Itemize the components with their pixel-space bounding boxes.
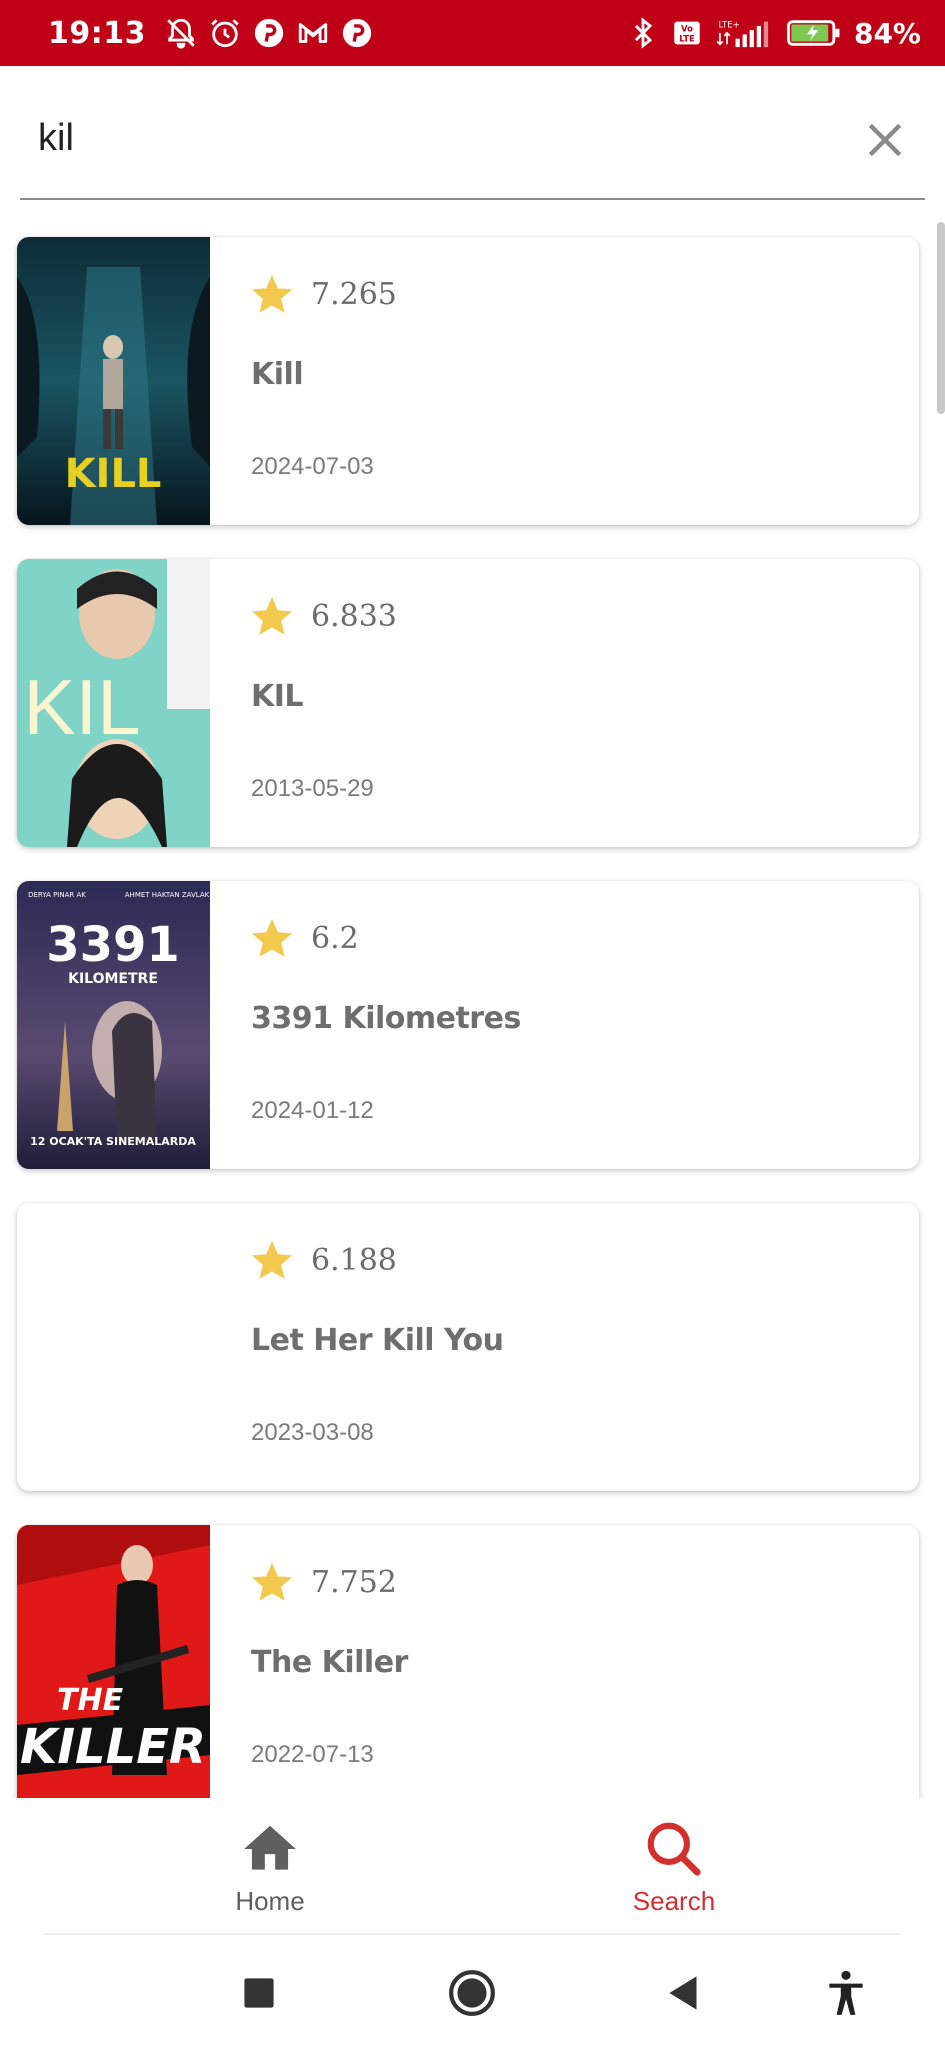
movie-card[interactable]: 6.188 Let Her Kill You 2023-03-08: [17, 1203, 919, 1491]
accessibility-icon: [829, 1970, 863, 2015]
home-icon: [244, 1825, 296, 1870]
poster-text: DERYA PINAR AK: [28, 891, 86, 899]
svg-text:LTE+: LTE+: [718, 20, 739, 30]
release-date: 2022-07-13: [251, 1741, 374, 1768]
system-home-button[interactable]: [444, 1965, 500, 2021]
poster-text: KILOMETRE: [68, 971, 158, 987]
bottom-navigation: Home Search: [0, 1798, 945, 1933]
movie-title: Let Her Kill You: [251, 1323, 504, 1358]
release-date: 2024-07-03: [251, 453, 374, 480]
battery-charging-icon: [784, 16, 844, 50]
recents-icon: [244, 1978, 274, 2008]
rating-row: 6.2: [249, 915, 359, 961]
movie-card[interactable]: KIL 6.833 KIL 2013-05-29: [17, 559, 919, 847]
alarm-icon: [208, 16, 242, 50]
star-icon: [251, 918, 293, 957]
star-icon: [251, 274, 293, 313]
poster-placeholder: [17, 1203, 210, 1491]
rating-value: 6.833: [311, 598, 397, 634]
rating-value: 7.265: [311, 276, 397, 312]
movie-card[interactable]: DERYA PINAR AK AHMET HAKTAN ZAVLAK 3391 …: [17, 881, 919, 1169]
release-date: 2024-01-12: [251, 1097, 374, 1124]
rating-row: 7.752: [249, 1559, 397, 1605]
volte-icon: Vo LTE: [670, 16, 704, 50]
system-navigation-bar: [0, 1935, 945, 2048]
poster-text: KILL: [65, 451, 162, 497]
rating-row: 7.265: [249, 271, 397, 317]
poster-image: KILL: [17, 237, 210, 525]
movie-title: 3391 Kilometres: [251, 1001, 521, 1036]
svg-text:LTE: LTE: [679, 35, 695, 45]
pinterest-icon: [340, 16, 374, 50]
poster-text: THE: [57, 1683, 124, 1718]
search-bar: [20, 66, 925, 200]
bluetooth-icon: [626, 16, 660, 50]
status-time: 19:13: [48, 15, 146, 51]
movie-title: The Killer: [251, 1645, 408, 1680]
movie-card[interactable]: KILL 7.265 Kill 2024-07-03: [17, 237, 919, 525]
home-circle-icon: [449, 1970, 495, 2016]
search-icon: [647, 1822, 701, 1876]
nav-search[interactable]: Search: [574, 1818, 774, 1928]
pinterest-icon: [252, 16, 286, 50]
poster-image: THE KILLER: [17, 1525, 210, 1798]
rating-value: 7.752: [311, 1564, 397, 1600]
poster-text: 3391: [46, 917, 180, 973]
gmail-icon: [296, 16, 330, 50]
star-icon: [251, 596, 293, 635]
poster-text: KIL: [23, 663, 140, 751]
rating-row: 6.833: [249, 593, 397, 639]
poster-text: KILLER: [20, 1719, 206, 1775]
scrollbar-thumb[interactable]: [937, 222, 945, 414]
star-icon: [251, 1240, 293, 1279]
svg-text:Vo: Vo: [681, 25, 693, 35]
movie-card[interactable]: THE KILLER 7.752 The Killer 2022-07-13: [17, 1525, 919, 1798]
close-icon[interactable]: [863, 118, 907, 162]
nav-home-label: Home: [235, 1886, 305, 1916]
nav-home[interactable]: Home: [170, 1818, 370, 1928]
poster-text: AHMET HAKTAN ZAVLAK: [125, 891, 210, 899]
notifications-off-icon: [164, 16, 198, 50]
back-icon: [669, 1976, 697, 2010]
status-right: Vo LTE LTE+ 84%: [626, 16, 921, 50]
nav-search-label: Search: [632, 1886, 716, 1916]
rating-row: 6.188: [249, 1237, 397, 1283]
status-left: 19:13: [48, 16, 374, 51]
back-button[interactable]: [656, 1965, 712, 2021]
poster-image: DERYA PINAR AK AHMET HAKTAN ZAVLAK 3391 …: [17, 881, 210, 1169]
release-date: 2023-03-08: [251, 1419, 374, 1446]
poster-image: KIL: [17, 559, 210, 847]
recents-button[interactable]: [231, 1965, 287, 2021]
status-bar: 19:13 Vo LTE LTE+ 84%: [0, 0, 945, 66]
rating-value: 6.188: [311, 1242, 397, 1278]
battery-percentage: 84%: [853, 16, 921, 50]
signal-icon: LTE+: [714, 16, 774, 50]
star-icon: [251, 1562, 293, 1601]
accessibility-button[interactable]: [818, 1965, 874, 2021]
release-date: 2013-05-29: [251, 775, 374, 802]
results-list[interactable]: KILL 7.265 Kill 2024-07-03 KIL 6.833 KIL…: [0, 200, 945, 1798]
search-input[interactable]: [38, 110, 818, 166]
movie-title: Kill: [251, 357, 304, 392]
rating-value: 6.2: [311, 920, 359, 956]
poster-text: 12 OCAK'TA SINEMALARDA: [30, 1135, 196, 1148]
movie-title: KIL: [251, 679, 304, 714]
